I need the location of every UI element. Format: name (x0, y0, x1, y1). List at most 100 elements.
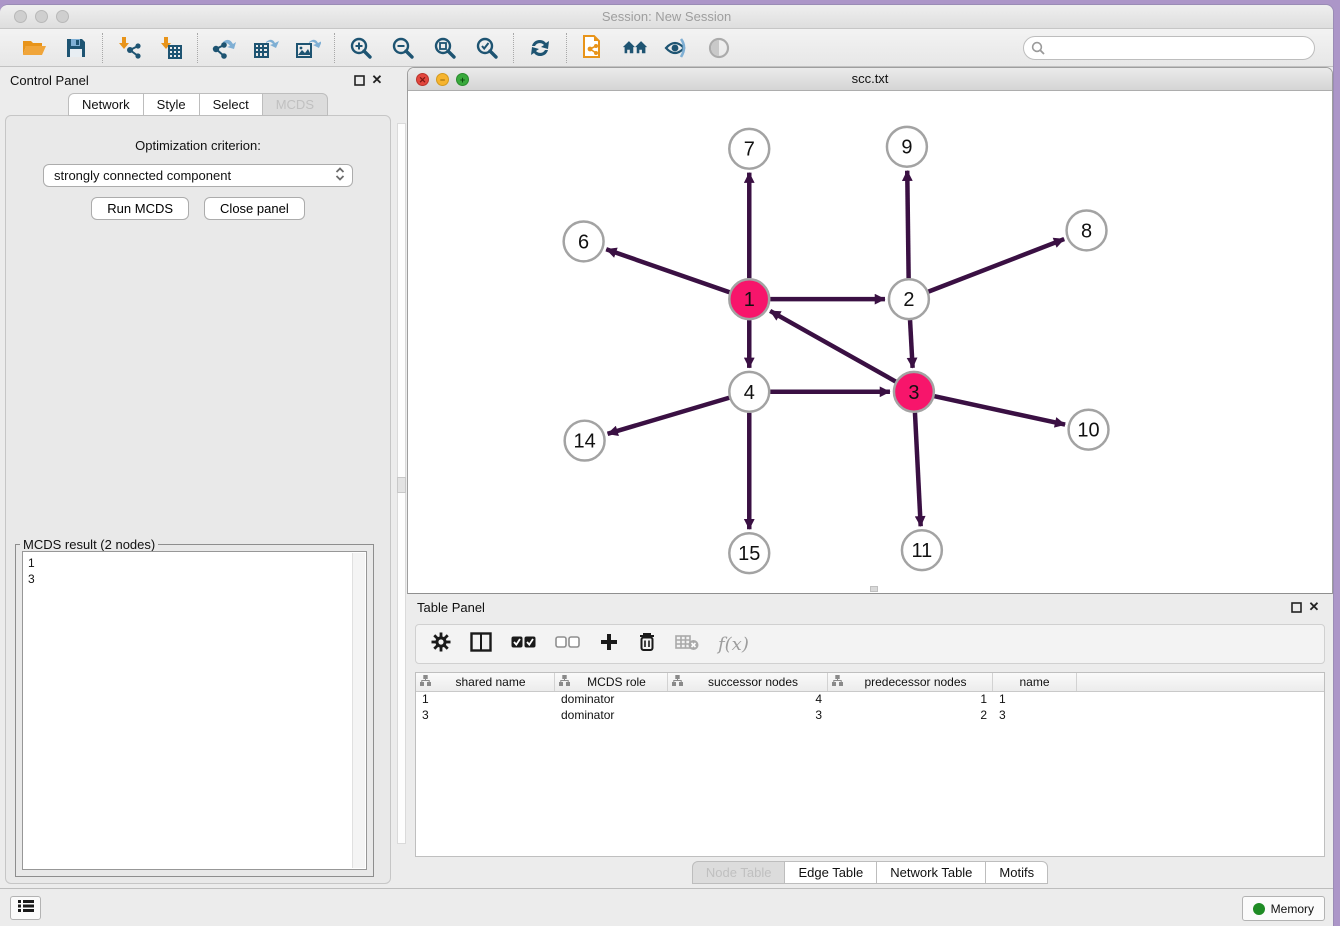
edge-4-14[interactable] (608, 398, 730, 434)
table-row[interactable]: 1dominator411 (416, 692, 1324, 708)
column-header-successor-nodes[interactable]: successor nodes (668, 673, 828, 691)
column-header-name[interactable]: name (993, 673, 1077, 691)
zoom-window-button[interactable] (56, 10, 69, 23)
table-cell[interactable]: 3 (668, 708, 828, 724)
control-panel-tabs: NetworkStyleSelectMCDS (0, 93, 396, 116)
edge-2-9[interactable] (907, 171, 908, 279)
close-panel-button[interactable]: Close panel (204, 197, 305, 220)
network-window-titlebar: ✕ − + scc.txt (408, 68, 1332, 91)
home-icon[interactable] (622, 35, 648, 61)
settings-gear-icon[interactable] (431, 632, 451, 657)
float-panel-icon[interactable] (350, 71, 368, 89)
edge-1-6[interactable] (606, 249, 729, 292)
node-label-2: 2 (903, 289, 914, 311)
open-icon[interactable] (21, 35, 47, 61)
table-cell[interactable]: 4 (668, 692, 828, 708)
table-cell[interactable]: 1 (993, 692, 1077, 708)
splitter-grip[interactable] (397, 477, 406, 493)
table-cell[interactable]: 2 (828, 708, 993, 724)
delete-icon[interactable] (638, 631, 656, 657)
network-splitter-grip[interactable] (870, 586, 878, 592)
node-label-6: 6 (578, 231, 589, 253)
list-icon (18, 899, 34, 918)
add-column-icon[interactable] (599, 632, 619, 657)
deselect-all-icon[interactable] (555, 635, 580, 653)
edge-2-8[interactable] (928, 239, 1064, 292)
control-panel: Control Panel ✕ NetworkStyleSelectMCDS O… (0, 67, 396, 888)
mcds-result-title: MCDS result (2 nodes) (20, 537, 158, 552)
export-network-icon[interactable] (211, 35, 237, 61)
hierarchy-icon (420, 675, 431, 689)
node-label-1: 1 (744, 289, 755, 311)
table-cell[interactable]: 3 (993, 708, 1077, 724)
tab-node-table[interactable]: Node Table (692, 861, 786, 884)
import-table-icon[interactable] (158, 35, 184, 61)
network-maximize-button[interactable]: + (456, 73, 469, 86)
table-cell[interactable]: dominator (555, 692, 668, 708)
table-row[interactable]: 3dominator323 (416, 708, 1324, 724)
column-label: MCDS role (570, 675, 663, 689)
float-table-panel-icon[interactable] (1287, 598, 1305, 616)
function-builder-icon: f(x) (718, 634, 749, 655)
network-minimize-button[interactable]: − (436, 73, 449, 86)
refresh-icon[interactable] (527, 35, 553, 61)
zoom-out-icon[interactable] (390, 35, 416, 61)
tab-network-table[interactable]: Network Table (876, 861, 986, 884)
network-graph[interactable]: 7968124314101511 (408, 91, 1332, 593)
hide-icon[interactable] (664, 35, 690, 61)
tab-motifs[interactable]: Motifs (985, 861, 1048, 884)
tab-mcds[interactable]: MCDS (262, 93, 328, 116)
column-header-predecessor-nodes[interactable]: predecessor nodes (828, 673, 993, 691)
control-panel-header: Control Panel ✕ (0, 67, 396, 93)
export-table-icon[interactable] (253, 35, 279, 61)
column-header-shared-name[interactable]: shared name (416, 673, 555, 691)
export-image-icon[interactable] (295, 35, 321, 61)
stepper-arrows-icon (334, 166, 346, 185)
split-view-icon[interactable] (470, 632, 492, 657)
search-input[interactable] (1023, 36, 1315, 60)
table-cell[interactable]: 3 (416, 708, 555, 724)
tab-select[interactable]: Select (199, 93, 263, 116)
tab-edge-table[interactable]: Edge Table (784, 861, 877, 884)
network-title: scc.txt (852, 71, 889, 86)
result-scrollbar[interactable] (352, 553, 365, 868)
status-bar: Memory (0, 888, 1333, 926)
edge-3-1[interactable] (770, 311, 896, 382)
network-close-button[interactable]: ✕ (416, 73, 429, 86)
mcds-result-list[interactable]: 1 3 (22, 551, 367, 870)
zoom-in-icon[interactable] (348, 35, 374, 61)
fit-content-icon[interactable] (432, 35, 458, 61)
network-canvas[interactable]: 7968124314101511 (408, 91, 1332, 593)
criterion-dropdown[interactable]: strongly connected component (43, 164, 353, 187)
table-cell[interactable]: 1 (828, 692, 993, 708)
save-icon[interactable] (63, 35, 89, 61)
clone-network-icon[interactable] (580, 35, 606, 61)
select-all-icon[interactable] (511, 635, 536, 653)
optimization-criterion-label: Optimization criterion: (6, 138, 390, 153)
close-window-button[interactable] (14, 10, 27, 23)
edge-3-11[interactable] (915, 413, 921, 527)
node-table[interactable]: shared name MCDS role successor nodesprede… (415, 672, 1325, 857)
run-mcds-button[interactable]: Run MCDS (91, 197, 189, 220)
zoom-selected-icon[interactable] (474, 35, 500, 61)
table-cell[interactable]: 1 (416, 692, 555, 708)
task-history-button[interactable] (10, 896, 41, 920)
edge-3-10[interactable] (934, 396, 1065, 424)
tab-network[interactable]: Network (68, 93, 144, 116)
tab-style[interactable]: Style (143, 93, 200, 116)
main-area: Control Panel ✕ NetworkStyleSelectMCDS O… (0, 67, 1333, 888)
table-panel-header: Table Panel ✕ (407, 594, 1333, 620)
close-table-panel-icon[interactable]: ✕ (1305, 598, 1323, 616)
panel-splitter[interactable] (396, 67, 407, 888)
search-icon (1031, 41, 1045, 60)
edge-2-3[interactable] (910, 320, 913, 368)
column-header-MCDS-role[interactable]: MCDS role (555, 673, 668, 691)
table-cell[interactable]: dominator (555, 708, 668, 724)
column-label: name (997, 675, 1072, 689)
import-network-icon[interactable] (116, 35, 142, 61)
network-window: ✕ − + scc.txt 7968124314101511 (407, 67, 1333, 594)
app-title: Session: New Session (0, 5, 1333, 29)
memory-button[interactable]: Memory (1242, 896, 1325, 921)
close-panel-icon[interactable]: ✕ (368, 71, 386, 89)
minimize-window-button[interactable] (35, 10, 48, 23)
